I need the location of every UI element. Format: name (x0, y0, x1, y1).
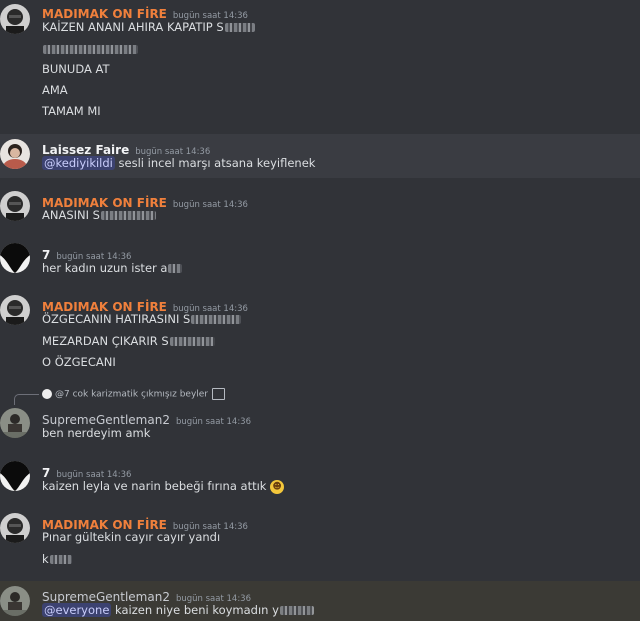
censored-text (279, 606, 314, 615)
author-name[interactable]: MADIMAK ON FİRE (42, 7, 167, 21)
censored-text (100, 211, 156, 220)
message-group: Laissez Faire bugün saat 14:36 @kediyikil… (0, 134, 640, 178)
message-line: k (42, 552, 72, 566)
reply-preview[interactable]: @7 cok karizmatik çıkmışız beyler (42, 388, 226, 400)
avatar[interactable] (0, 243, 30, 273)
message-line: O ÖZGECANI (42, 355, 116, 369)
censored-text (224, 23, 255, 32)
chat-message-list: MADIMAK ON FİRE bugün saat 14:36 KAİZEN A… (0, 0, 640, 621)
reply-spine (14, 394, 39, 405)
censored-text (43, 45, 138, 54)
censored-text (191, 315, 242, 324)
avatar[interactable] (0, 295, 30, 325)
message-group: MADIMAK ON FİRE bugün saat 14:36 ÖZGECANI… (0, 292, 640, 374)
avatar[interactable] (0, 408, 30, 438)
message-group: MADIMAK ON FİRE bugün saat 14:36 KAİZEN A… (0, 0, 640, 128)
message-group: MADIMAK ON FİRE bugün saat 14:36 Pınar gü… (0, 510, 640, 572)
avatar[interactable] (0, 461, 30, 491)
message-group: MADIMAK ON FİRE bugün saat 14:36 ANASINI … (0, 188, 640, 228)
avatar[interactable] (0, 139, 30, 169)
censored-text (169, 337, 215, 346)
message-group: 7 bugün saat 14:36 kaizen leyla ve narin … (0, 458, 640, 500)
message-line: ANASINI S (42, 208, 156, 222)
avatar[interactable] (0, 513, 30, 543)
message-timestamp: bugün saat 14:36 (172, 200, 248, 210)
censored-text (168, 264, 183, 273)
reply-avatar-icon (42, 389, 52, 399)
avatar[interactable] (0, 4, 30, 34)
message-line: TAMAM MI (42, 104, 101, 118)
message-line: Pınar gültekin cayır cayır yandı (42, 530, 221, 544)
user-mention[interactable]: @kediyikildi (42, 156, 115, 170)
everyone-mention[interactable]: @everyone (42, 603, 112, 617)
author-name[interactable]: 7 (42, 248, 50, 262)
avatar[interactable] (0, 586, 30, 616)
message-line (42, 42, 138, 56)
message-group: 7 bugün saat 14:36 her kadın uzun ister a (0, 240, 640, 280)
author-name[interactable]: Laissez Faire (42, 143, 129, 157)
message-line: AMA (42, 83, 68, 97)
image-icon (212, 388, 226, 400)
message-group: @7 cok karizmatik çıkmışız beyler Suprem… (0, 386, 640, 446)
message-line: ben nerdeyim amk (42, 426, 151, 440)
message-line: ÖZGECANIN HATIRASINI S (42, 312, 242, 326)
message-timestamp: bugün saat 14:36 (175, 417, 251, 427)
author-name[interactable]: SupremeGentleman2 (42, 590, 170, 604)
censored-text (49, 555, 72, 564)
rofl-emoji-icon: ☻ (270, 479, 285, 494)
message-line: her kadın uzun ister a (42, 261, 183, 275)
message-line: BUNUDA AT (42, 62, 110, 76)
avatar[interactable] (0, 191, 30, 221)
message-line: kaizen leyla ve narin bebeği fırına attı… (42, 479, 285, 494)
message-line: MEZARDAN ÇIKARIR S (42, 334, 215, 348)
author-name[interactable]: 7 (42, 466, 50, 480)
message-line: KAİZEN ANANI AHIRA KAPATIP S (42, 20, 255, 34)
message-line: @everyone kaizen niye beni koymadın y (42, 603, 314, 617)
message-group: SupremeGentleman2 bugün saat 14:36 @every… (0, 581, 640, 621)
message-line: @kediyikildi sesli incel marşı atsana ke… (42, 156, 316, 170)
author-name[interactable]: SupremeGentleman2 (42, 413, 170, 427)
